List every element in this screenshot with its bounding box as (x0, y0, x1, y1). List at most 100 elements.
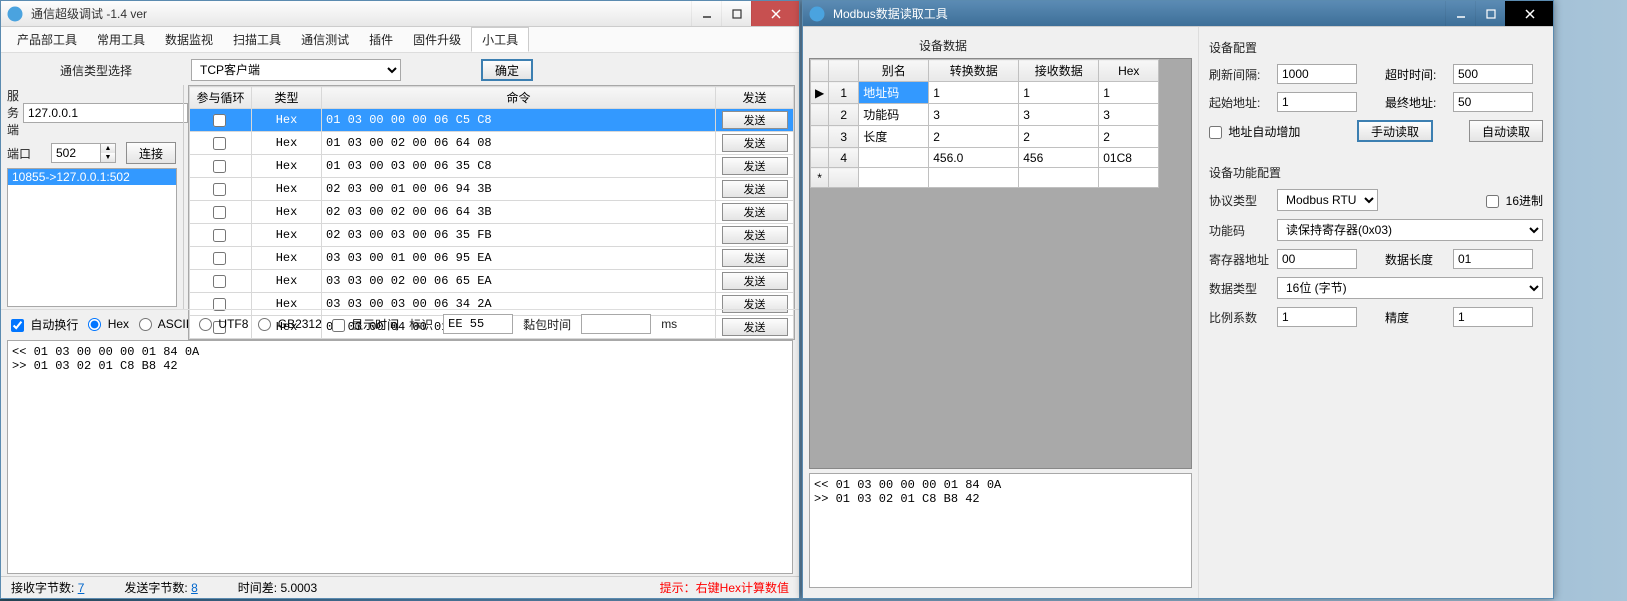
table-row[interactable]: Hex02 03 00 03 00 06 35 FB发送 (190, 224, 794, 247)
table-row[interactable]: ▶1地址码111 (811, 82, 1159, 104)
confirm-button[interactable]: 确定 (481, 59, 533, 81)
loop-checkbox[interactable] (213, 137, 226, 150)
table-row[interactable]: Hex01 03 00 00 00 06 C5 C8发送 (190, 109, 794, 132)
minimize-button[interactable] (691, 1, 721, 26)
loop-checkbox[interactable] (213, 114, 226, 127)
auto-wrap-check[interactable]: 自动换行 (11, 316, 78, 333)
show-time-check[interactable]: 显示时间 (332, 316, 399, 333)
maximize-button[interactable] (721, 1, 751, 26)
port-input[interactable] (51, 143, 101, 163)
menu-2[interactable]: 数据监视 (155, 27, 223, 52)
timeout-input[interactable] (1453, 64, 1533, 84)
titlebar2[interactable]: Modbus数据读取工具 (803, 1, 1553, 27)
menu-4[interactable]: 通信测试 (291, 27, 359, 52)
menu-0[interactable]: 产品部工具 (7, 27, 87, 52)
enc-gb-radio[interactable]: GB2312 (258, 317, 321, 331)
dtype-select[interactable]: 16位 (字节) (1277, 277, 1543, 299)
marker-input[interactable] (443, 314, 513, 334)
col-alias[interactable]: 别名 (859, 60, 929, 82)
enc-utf8-radio[interactable]: UTF8 (199, 317, 248, 331)
scale-input[interactable] (1277, 307, 1357, 327)
send-bytes-status-link[interactable]: 8 (191, 581, 198, 595)
new-row[interactable]: * (811, 168, 1159, 188)
menu-3[interactable]: 扫描工具 (223, 27, 291, 52)
connection-item[interactable]: 10855->127.0.0.1:502 (8, 169, 176, 185)
loop-checkbox[interactable] (213, 229, 226, 242)
loop-checkbox[interactable] (213, 252, 226, 265)
end-addr-input[interactable] (1453, 92, 1533, 112)
cmd-cell[interactable]: 03 03 00 02 00 06 65 EA (322, 270, 716, 293)
table-row[interactable]: Hex02 03 00 02 00 06 64 3B发送 (190, 201, 794, 224)
cmd-cell[interactable]: 01 03 00 02 00 06 64 08 (322, 132, 716, 155)
refresh-input[interactable] (1277, 64, 1357, 84)
send-row-button[interactable]: 发送 (722, 111, 788, 129)
cmd-cell[interactable]: 02 03 00 01 00 06 94 3B (322, 178, 716, 201)
start-addr-input[interactable] (1277, 92, 1357, 112)
alias-cell[interactable] (859, 148, 929, 168)
col-type[interactable]: 类型 (252, 87, 322, 109)
conv-cell[interactable]: 456.0 (929, 148, 1019, 168)
maximize-button2[interactable] (1475, 1, 1505, 26)
hex-cell[interactable]: 2 (1099, 126, 1159, 148)
hex-cell[interactable]: 1 (1099, 82, 1159, 104)
conv-cell[interactable]: 1 (929, 82, 1019, 104)
alias-cell[interactable]: 长度 (859, 126, 929, 148)
cmd-cell[interactable]: 02 03 00 03 00 06 35 FB (322, 224, 716, 247)
menu-1[interactable]: 常用工具 (87, 27, 155, 52)
server-input[interactable] (23, 103, 188, 123)
minimize-button2[interactable] (1445, 1, 1475, 26)
menu-6[interactable]: 固件升级 (403, 27, 471, 52)
col-hex[interactable]: Hex (1099, 60, 1159, 82)
enc-ascii-radio[interactable]: ASCII (139, 317, 189, 331)
enc-hex-radio[interactable]: Hex (88, 317, 129, 331)
conv-cell[interactable]: 2 (929, 126, 1019, 148)
loop-checkbox[interactable] (213, 275, 226, 288)
send-row-button[interactable]: 发送 (722, 157, 788, 175)
col-recv[interactable]: 接收数据 (1019, 60, 1099, 82)
send-row-button[interactable]: 发送 (722, 180, 788, 198)
hex-cell[interactable]: 3 (1099, 104, 1159, 126)
loop-checkbox[interactable] (213, 206, 226, 219)
conv-cell[interactable]: 3 (929, 104, 1019, 126)
connect-button[interactable]: 连接 (126, 142, 176, 164)
send-row-button[interactable]: 发送 (722, 134, 788, 152)
table-row[interactable]: 2功能码333 (811, 104, 1159, 126)
cmd-cell[interactable]: 03 03 00 01 00 06 95 EA (322, 247, 716, 270)
close-button[interactable] (751, 1, 799, 26)
close-button2[interactable] (1505, 1, 1553, 26)
modbus-log[interactable]: << 01 03 00 00 00 01 84 0A >> 01 03 02 0… (809, 473, 1192, 588)
table-row[interactable]: Hex01 03 00 03 00 06 35 C8发送 (190, 155, 794, 178)
recv-cell[interactable]: 2 (1019, 126, 1099, 148)
connection-list[interactable]: 10855->127.0.0.1:502 (7, 168, 177, 307)
auto-read-button[interactable]: 自动读取 (1469, 120, 1543, 142)
col-loop[interactable]: 参与循环 (190, 87, 252, 109)
data-len-input[interactable] (1453, 249, 1533, 269)
port-spinner[interactable]: ▲▼ (101, 143, 116, 163)
recv-cell[interactable]: 3 (1019, 104, 1099, 126)
cmd-cell[interactable]: 01 03 00 00 00 06 C5 C8 (322, 109, 716, 132)
stick-input[interactable] (581, 314, 651, 334)
recv-cell[interactable]: 1 (1019, 82, 1099, 104)
send-row-button[interactable]: 发送 (722, 249, 788, 267)
hex-cell[interactable]: 01C8 (1099, 148, 1159, 168)
col-cmd[interactable]: 命令 (322, 87, 716, 109)
comm-type-select[interactable]: TCP客户端 (191, 59, 401, 81)
table-row[interactable]: 4456.045601C8 (811, 148, 1159, 168)
cmd-cell[interactable]: 02 03 00 02 00 06 64 3B (322, 201, 716, 224)
loop-checkbox[interactable] (213, 160, 226, 173)
menu-7[interactable]: 小工具 (471, 27, 529, 52)
recv-cell[interactable]: 456 (1019, 148, 1099, 168)
log-area[interactable]: << 01 03 00 00 00 01 84 0A >> 01 03 02 0… (7, 340, 793, 574)
table-row[interactable]: Hex02 03 00 01 00 06 94 3B发送 (190, 178, 794, 201)
table-row[interactable]: 3长度222 (811, 126, 1159, 148)
hex16-check[interactable]: 16进制 (1486, 192, 1543, 209)
send-row-button[interactable]: 发送 (722, 272, 788, 290)
col-conv[interactable]: 转换数据 (929, 60, 1019, 82)
alias-cell[interactable]: 功能码 (859, 104, 929, 126)
menu-5[interactable]: 插件 (359, 27, 403, 52)
loop-checkbox[interactable] (213, 183, 226, 196)
table-row[interactable]: Hex01 03 00 02 00 06 64 08发送 (190, 132, 794, 155)
recv-bytes-link[interactable]: 7 (78, 581, 85, 595)
prec-input[interactable] (1453, 307, 1533, 327)
cmd-cell[interactable]: 01 03 00 03 00 06 35 C8 (322, 155, 716, 178)
